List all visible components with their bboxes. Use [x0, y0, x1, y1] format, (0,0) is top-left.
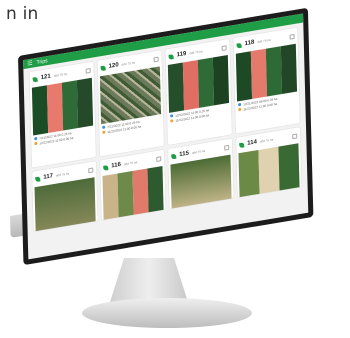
card-subtitle: ddd 75 ha: [259, 137, 274, 144]
field-card[interactable]: 118 ddd 75 ha 12/21/2022 06:00 0.25 ha 1…: [233, 27, 300, 134]
field-card[interactable]: 121 ddd 75 ha 7/21/2022 11:00 0.25 ha 12…: [29, 61, 96, 168]
card-number: 115: [179, 150, 190, 159]
delete-icon[interactable]: [153, 56, 159, 62]
card-subtitle: ddd 75 ha: [55, 171, 70, 178]
card-subtitle: ddd 75 ha: [191, 148, 206, 156]
field-card[interactable]: 116 ddd 75 ha: [100, 149, 166, 221]
card-subtitle: ddd 75 ha: [123, 160, 138, 167]
delete-icon[interactable]: [156, 155, 162, 162]
card-subtitle: ddd 75 ha: [121, 60, 136, 67]
card-number: 116: [111, 161, 122, 170]
card-number: 119: [176, 50, 187, 59]
card-number: 117: [43, 173, 54, 181]
card-number: 120: [108, 62, 119, 70]
field-image: [34, 177, 96, 232]
delete-icon[interactable]: [221, 44, 227, 51]
delete-icon[interactable]: [289, 33, 295, 40]
card-val2: 0.00 ha: [63, 135, 74, 142]
leaf-icon: [100, 64, 106, 71]
field-image: [102, 165, 164, 221]
leaf-icon: [32, 76, 38, 83]
delete-icon[interactable]: [88, 167, 94, 173]
field-card[interactable]: 119 ddd 75 ha 12/22/2022 11:00 0.25 ha 1…: [165, 38, 232, 146]
card-number: 114: [247, 139, 257, 147]
leaf-icon: [168, 53, 174, 60]
field-image: [235, 43, 298, 102]
card-val2: 0.00 ha: [267, 101, 278, 108]
leaf-icon: [35, 175, 41, 182]
delete-icon[interactable]: [292, 133, 298, 139]
field-card[interactable]: 115 ddd 75 ha: [168, 138, 234, 209]
field-image: [170, 154, 232, 209]
field-card[interactable]: 117 ddd 75 ha: [32, 161, 98, 232]
field-image: [31, 77, 94, 136]
card-subtitle: ddd 75 ha: [53, 71, 68, 79]
menu-icon[interactable]: ☰: [27, 60, 33, 67]
leaf-icon: [236, 42, 242, 49]
monitor-scene: ☰ Trips 121 ddd 75 ha 7/21/2022 11:00 0.…: [8, 6, 348, 306]
card-val2: 0.00 ha: [131, 124, 142, 131]
card-subtitle: ddd 75 ha: [189, 49, 203, 56]
card-val2: 0.00 ha: [199, 113, 210, 119]
field-image: [238, 143, 300, 198]
screen-wrapper: ☰ Trips 121 ddd 75 ha 7/21/2022 11:00 0.…: [18, 7, 314, 266]
field-image: [167, 55, 230, 113]
card-number: 121: [40, 73, 51, 82]
field-card[interactable]: 114 ddd 75 ha: [236, 127, 302, 198]
delete-icon[interactable]: [85, 67, 91, 74]
leaf-icon: [103, 164, 109, 171]
leaf-icon: [171, 153, 177, 159]
field-card[interactable]: 120 ddd 75 ha 7/21/2022 11:00 0.25 ha 11…: [97, 50, 164, 157]
screen: ☰ Trips 121 ddd 75 ha 7/21/2022 11:00 0.…: [18, 7, 314, 266]
leaf-icon: [239, 141, 245, 148]
delete-icon[interactable]: [224, 144, 230, 151]
card-number: 118: [244, 39, 255, 48]
card-subtitle: ddd 75 ha: [257, 37, 271, 45]
